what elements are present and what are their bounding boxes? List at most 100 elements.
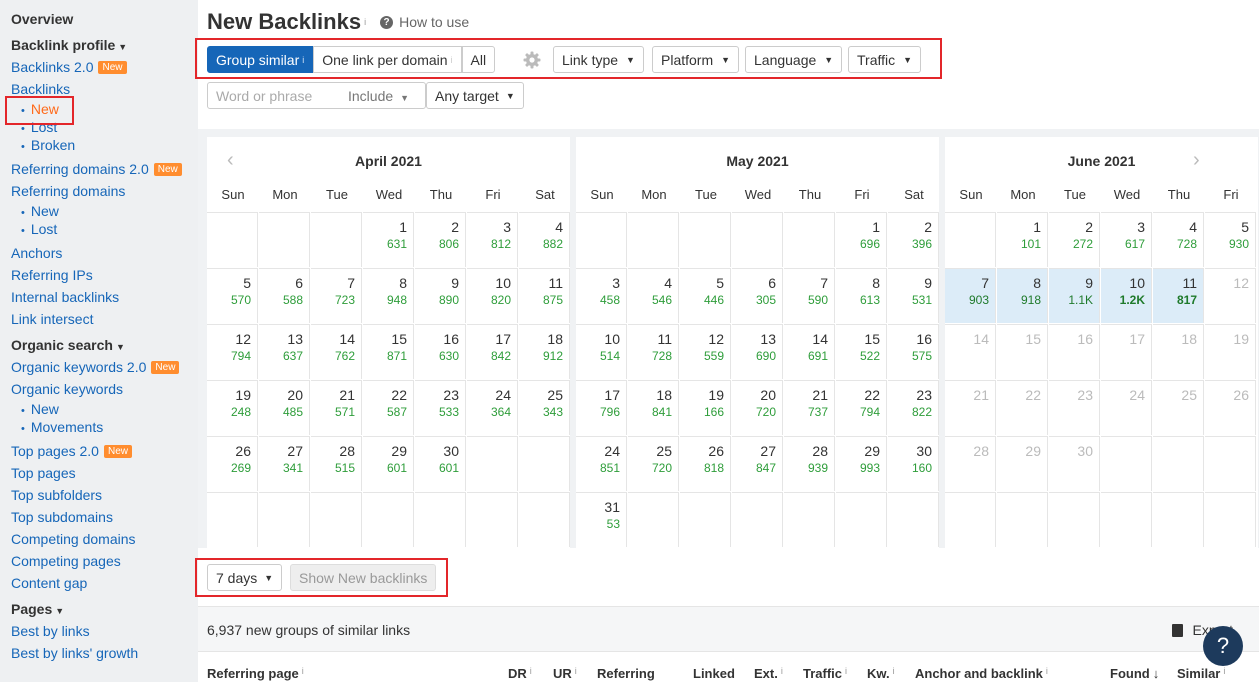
col-traffic[interactable]: Traffic i <box>803 666 847 681</box>
calendar-day-cell[interactable]: 25 343 <box>519 380 570 435</box>
how-to-use-link[interactable]: ? How to use <box>380 14 469 30</box>
info-icon[interactable]: i <box>364 17 366 27</box>
sidebar-organic-keywords-2[interactable]: Organic keywords 2.0 New <box>11 356 198 378</box>
sidebar-top-subdomains[interactable]: Top subdomains <box>11 506 198 528</box>
col-ur[interactable]: UR i <box>553 666 577 681</box>
calendar-day-cell[interactable]: 16 <box>1049 324 1100 379</box>
calendar-day-cell[interactable]: 10 1.2K <box>1101 268 1152 323</box>
calendar-day-cell[interactable]: 24 364 <box>467 380 518 435</box>
calendar-day-cell[interactable]: 19 166 <box>680 380 731 435</box>
calendar-day-cell[interactable]: 19 248 <box>207 380 258 435</box>
calendar-day-cell[interactable]: 15 522 <box>836 324 887 379</box>
sidebar-ref-domains-lost[interactable]: • Lost <box>11 220 198 238</box>
calendar-day-cell[interactable]: 1 696 <box>836 212 887 267</box>
calendar-day-cell[interactable]: 30 <box>1049 436 1100 491</box>
sidebar-top-pages[interactable]: Top pages <box>11 462 198 484</box>
sidebar-ref-domains-2[interactable]: Referring domains 2.0 New <box>11 158 198 180</box>
sidebar-backlinks-2[interactable]: Backlinks 2.0 New <box>11 56 198 78</box>
calendar-day-cell[interactable]: 12 <box>1205 268 1256 323</box>
sidebar-ref-domains-new[interactable]: • New <box>11 202 198 220</box>
calendar-day-cell[interactable]: 17 842 <box>467 324 518 379</box>
calendar-day-cell[interactable]: 26 <box>1205 380 1256 435</box>
sidebar-internal-backlinks[interactable]: Internal backlinks <box>11 286 198 308</box>
calendar-day-cell[interactable]: 30 160 <box>888 436 939 491</box>
calendar-day-cell[interactable]: 14 762 <box>311 324 362 379</box>
calendar-day-cell[interactable]: 2 396 <box>888 212 939 267</box>
calendar-day-cell[interactable]: 22 587 <box>363 380 414 435</box>
calendar-day-cell[interactable]: 3 617 <box>1101 212 1152 267</box>
calendar-day-cell[interactable]: 8 948 <box>363 268 414 323</box>
calendar-day-cell[interactable]: 9 531 <box>888 268 939 323</box>
calendar-day-cell[interactable]: 6 588 <box>259 268 310 323</box>
calendar-day-cell[interactable]: 11 728 <box>628 324 679 379</box>
calendar-day-cell[interactable]: 20 720 <box>732 380 783 435</box>
calendar-day-cell[interactable]: 12 559 <box>680 324 731 379</box>
col-dr[interactable]: DR i <box>508 666 532 681</box>
calendar-day-cell[interactable]: 14 691 <box>784 324 835 379</box>
sidebar-top-subfolders[interactable]: Top subfolders <box>11 484 198 506</box>
calendar-day-cell[interactable]: 27 847 <box>732 436 783 491</box>
calendar-day-cell[interactable]: 29 993 <box>836 436 887 491</box>
col-similar[interactable]: Similar i <box>1177 666 1225 681</box>
sidebar-ref-ips[interactable]: Referring IPs <box>11 264 198 286</box>
calendar-day-cell[interactable]: 26 269 <box>207 436 258 491</box>
sidebar-ref-domains[interactable]: Referring domains <box>11 180 198 202</box>
calendar-day-cell[interactable]: 14 <box>945 324 996 379</box>
col-kw[interactable]: Kw. i <box>867 666 895 681</box>
col-found[interactable]: Found ↓ <box>1110 666 1159 681</box>
include-dropdown[interactable]: Include ▼ <box>348 88 409 104</box>
col-referring[interactable]: Referring <box>597 666 655 681</box>
calendar-day-cell[interactable]: 31 53 <box>576 492 627 547</box>
calendar-day-cell[interactable]: 2 806 <box>415 212 466 267</box>
calendar-day-cell[interactable]: 16 630 <box>415 324 466 379</box>
sidebar-organic-keywords[interactable]: Organic keywords <box>11 378 198 400</box>
calendar-day-cell[interactable]: 1 631 <box>363 212 414 267</box>
sidebar-content-gap[interactable]: Content gap <box>11 572 198 594</box>
calendar-day-cell[interactable]: 27 341 <box>259 436 310 491</box>
calendar-day-cell[interactable]: 11 875 <box>519 268 570 323</box>
prev-month-icon[interactable]: ‹ <box>227 149 234 172</box>
calendar-day-cell[interactable]: 21 737 <box>784 380 835 435</box>
sidebar-organic-keywords-movements[interactable]: • Movements <box>11 418 198 436</box>
sidebar-organic-keywords-new[interactable]: • New <box>11 400 198 418</box>
calendar-day-cell[interactable]: 7 723 <box>311 268 362 323</box>
calendar-day-cell[interactable]: 22 <box>997 380 1048 435</box>
calendar-day-cell[interactable]: 16 575 <box>888 324 939 379</box>
col-linked[interactable]: Linked <box>693 666 735 681</box>
calendar-day-cell[interactable]: 11 817 <box>1153 268 1204 323</box>
calendar-day-cell[interactable]: 21 571 <box>311 380 362 435</box>
calendar-day-cell[interactable]: 13 637 <box>259 324 310 379</box>
calendar-day-cell[interactable]: 17 <box>1101 324 1152 379</box>
calendar-day-cell[interactable]: 25 720 <box>628 436 679 491</box>
calendar-day-cell[interactable]: 18 <box>1153 324 1204 379</box>
calendar-day-cell[interactable]: 4 882 <box>519 212 570 267</box>
calendar-day-cell[interactable]: 17 796 <box>576 380 627 435</box>
calendar-day-cell[interactable]: 23 <box>1049 380 1100 435</box>
calendar-day-cell[interactable]: 9 1.1K <box>1049 268 1100 323</box>
sidebar-best-by-links-growth[interactable]: Best by links' growth <box>11 642 198 664</box>
calendar-day-cell[interactable]: 24 851 <box>576 436 627 491</box>
calendar-day-cell[interactable]: 5 446 <box>680 268 731 323</box>
sidebar-competing-pages[interactable]: Competing pages <box>11 550 198 572</box>
calendar-day-cell[interactable]: 1 101 <box>997 212 1048 267</box>
sidebar-overview[interactable]: Overview <box>11 8 198 30</box>
calendar-day-cell[interactable]: 12 794 <box>207 324 258 379</box>
next-month-icon[interactable]: › <box>1193 149 1200 172</box>
sidebar-top-pages-2[interactable]: Top pages 2.0 New <box>11 440 198 462</box>
calendar-day-cell[interactable]: 28 939 <box>784 436 835 491</box>
sidebar-organic-search[interactable]: Organic search ▼ <box>11 334 198 356</box>
calendar-day-cell[interactable]: 3 812 <box>467 212 518 267</box>
calendar-day-cell[interactable]: 18 912 <box>519 324 570 379</box>
calendar-day-cell[interactable]: 29 <box>997 436 1048 491</box>
calendar-day-cell[interactable]: 5 570 <box>207 268 258 323</box>
sidebar-backlinks-broken[interactable]: • Broken <box>11 136 198 154</box>
calendar-day-cell[interactable]: 23 533 <box>415 380 466 435</box>
calendar-day-cell[interactable]: 28 <box>945 436 996 491</box>
any-target-dropdown[interactable]: Any target ▼ <box>426 82 524 109</box>
calendar-day-cell[interactable]: 13 690 <box>732 324 783 379</box>
calendar-day-cell[interactable]: 26 818 <box>680 436 731 491</box>
calendar-day-cell[interactable]: 5 930 <box>1205 212 1256 267</box>
sidebar-best-by-links[interactable]: Best by links <box>11 620 198 642</box>
calendar-day-cell[interactable]: 10 820 <box>467 268 518 323</box>
word-phrase-input[interactable]: Word or phrase <box>208 88 348 104</box>
